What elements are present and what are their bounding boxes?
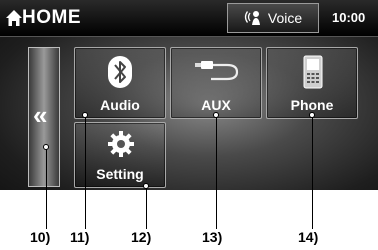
callout-line-10: [46, 147, 47, 229]
voice-button[interactable]: Voice: [227, 3, 319, 33]
home-screen: HOME Voice 10:00 « Audio AUX Phone Setti…: [0, 0, 378, 190]
callout-dot-13: [213, 112, 219, 118]
aux-label: AUX: [201, 97, 231, 113]
back-button[interactable]: «: [28, 47, 60, 187]
home-icon: [6, 10, 22, 26]
callout-label-11: 11): [70, 229, 90, 245]
bluetooth-icon: [108, 56, 132, 88]
callout-line-13: [216, 115, 217, 229]
callout-dot-12: [143, 183, 149, 189]
callout-label-14: 14): [298, 229, 319, 245]
callout-dot-11: [82, 112, 88, 118]
double-chevron-left-icon: «: [33, 100, 48, 130]
aux-cable-icon: [195, 61, 239, 81]
callout-line-11: [85, 115, 86, 229]
voice-button-label: Voice: [267, 10, 303, 26]
aux-tile[interactable]: AUX: [170, 47, 262, 119]
callout-label-12: 12): [131, 229, 152, 245]
callout-dot-14: [309, 112, 315, 118]
phone-tile[interactable]: Phone: [266, 47, 358, 119]
gear-icon: [108, 131, 134, 157]
clock: 10:00: [332, 10, 366, 25]
page-title: HOME: [22, 7, 81, 28]
header-bar: HOME Voice 10:00: [0, 0, 378, 37]
audio-tile[interactable]: Audio: [74, 47, 166, 119]
phone-icon: [303, 55, 323, 89]
callout-line-12: [146, 186, 147, 229]
callout-label-13: 13): [202, 229, 223, 245]
phone-label: Phone: [290, 97, 334, 113]
callout-line-14: [312, 115, 313, 229]
voice-icon: [244, 11, 260, 25]
setting-label: Setting: [96, 166, 144, 182]
setting-tile[interactable]: Setting: [74, 122, 166, 188]
audio-label: Audio: [100, 97, 140, 113]
callout-label-10: 10): [30, 229, 51, 245]
callout-dot-10: [43, 144, 49, 150]
